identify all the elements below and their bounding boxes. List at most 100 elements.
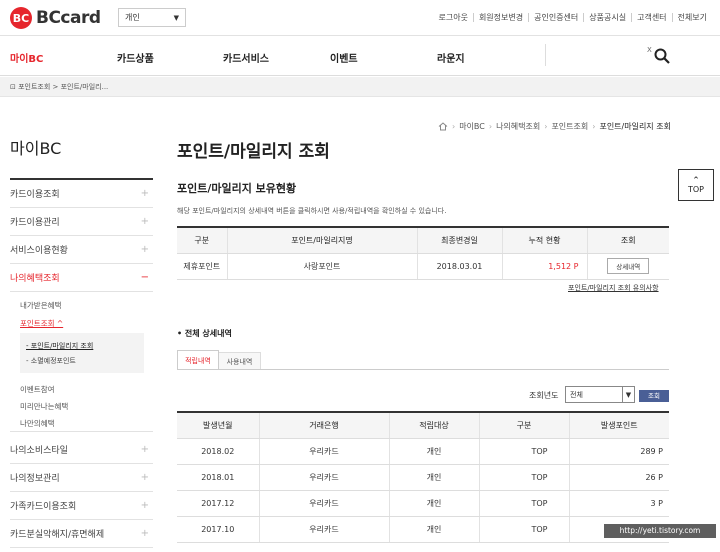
chevron-up-icon: ⌃ <box>692 175 700 186</box>
tab-used[interactable]: 사용내역 <box>219 352 261 370</box>
view-all-link[interactable]: 전체보기 <box>671 13 712 22</box>
details-bank: 우리카드 <box>258 464 389 491</box>
breadcrumb-separator: › <box>452 122 456 131</box>
gnb-mybc[interactable]: 마이BC <box>10 50 43 65</box>
search-icon[interactable] <box>654 48 670 64</box>
plus-icon: + <box>140 216 149 227</box>
page-title: 포인트/마일리지 조회 <box>177 142 330 162</box>
holdings-date: 2018.03.01 <box>416 253 502 280</box>
gnb-events[interactable]: 이벤트 <box>330 50 358 65</box>
logo-mark: BC <box>10 7 32 29</box>
sidebar-item-family-card[interactable]: 가족카드이용조회 + <box>10 492 153 520</box>
holdings-action-cell: 상세내역 <box>586 253 669 280</box>
details-bank: 우리카드 <box>258 438 389 465</box>
watermark: http://yeti.tistory.com <box>604 524 716 538</box>
member-info-link[interactable]: 회원정보변경 <box>472 13 528 22</box>
year-filter-label: 조회년도 <box>529 391 559 400</box>
detail-section-title: • 전체 상세내역 <box>177 329 232 338</box>
holdings-header-name: 포인트/마일리지명 <box>226 226 417 254</box>
table-row: 2017.10 우리카드 개인 TOP <box>177 516 669 543</box>
details-header-kind: 구분 <box>478 411 569 439</box>
table-row: 제휴포인트 사랑포인트 2018.03.01 1,512 P 상세내역 <box>177 253 669 280</box>
tab-earned[interactable]: 적립내역 <box>177 350 219 370</box>
customer-center-link[interactable]: 고객센터 <box>631 13 671 22</box>
user-type-select[interactable]: 개인 ▼ <box>118 8 186 27</box>
details-target: 개인 <box>388 464 479 491</box>
gnb-divider <box>545 44 546 66</box>
sidebar-divider <box>10 431 153 432</box>
details-points: 26 P <box>568 464 669 491</box>
holdings-header-type: 구분 <box>177 226 227 254</box>
plus-icon: + <box>140 444 149 455</box>
holdings-header-inquiry: 조회 <box>586 226 669 254</box>
sidebar-item-label: 서비스이용현황 <box>10 246 68 256</box>
breadcrumb-separator: › <box>488 122 493 131</box>
top-button[interactable]: ⌃ TOP <box>678 169 714 201</box>
plus-icon: + <box>140 472 149 483</box>
logo-text: BCcard <box>36 8 101 28</box>
sidebar-item-service-status[interactable]: 서비스이용현황 + <box>10 236 153 264</box>
sidebar-item-label: 나의소비스타일 <box>10 446 68 456</box>
sub-received-benefits[interactable]: 내가받은혜택 <box>20 300 61 311</box>
breadcrumb-points[interactable]: 포인트조회 <box>551 121 588 132</box>
table-row: 2018.02 우리카드 개인 TOP 289 P <box>177 438 669 465</box>
breadcrumb-bar-text[interactable]: ⊡ 포인트조회 > 포인트/마일리... <box>10 82 108 92</box>
product-disclosure-link[interactable]: 상품공시실 <box>583 13 631 22</box>
notice-link[interactable]: 포인트/마일리지 조회 유의사항 <box>568 283 659 293</box>
sidebar-item-card-management[interactable]: 카드이용관리 + <box>10 208 153 236</box>
user-type-value: 개인 <box>125 13 140 22</box>
details-target: 개인 <box>388 490 479 517</box>
sidebar-item-label: 카드이용조회 <box>10 190 60 200</box>
details-points: 3 P <box>568 490 669 517</box>
plus-icon: + <box>140 528 149 539</box>
sidebar-item-label: 나의정보관리 <box>10 474 60 484</box>
year-select[interactable]: 전체 ▼ <box>565 386 635 403</box>
sub-preview-benefits[interactable]: 미리만나는혜택 <box>20 401 68 412</box>
logout-link[interactable]: 로그아웃 <box>433 13 472 22</box>
sidebar-item-lost-card[interactable]: 카드분실악해지/휴면해제 + <box>10 520 153 548</box>
details-points: 289 P <box>568 438 669 465</box>
sub-submenu-box <box>20 333 144 373</box>
details-kind: TOP <box>478 438 569 465</box>
plus-icon: + <box>140 188 149 199</box>
tab-underline <box>177 369 669 370</box>
search-close-icon[interactable]: X <box>647 46 652 54</box>
sidebar-item-my-benefits[interactable]: 나의혜택조회 − <box>10 264 153 292</box>
details-table: 발생년월 거래은행 적립대상 구분 발생포인트 2018.02 우리카드 개인 … <box>177 411 669 543</box>
sidebar-item-my-info[interactable]: 나의정보관리 + <box>10 464 153 492</box>
sidebar-item-consumption-style[interactable]: 나의소비스타일 + <box>10 436 153 464</box>
gnb-card-products[interactable]: 카드상품 <box>117 50 154 65</box>
bc-logo[interactable]: BC BCcard <box>10 7 101 29</box>
details-target: 개인 <box>388 438 479 465</box>
breadcrumb-benefits[interactable]: 나의혜택조회 <box>496 121 540 132</box>
gnb-card-services[interactable]: 카드서비스 <box>223 50 269 65</box>
table-row: 2017.12 우리카드 개인 TOP 3 P <box>177 490 669 517</box>
sidebar-item-label: 카드분실악해지/휴면해제 <box>10 530 105 540</box>
home-icon[interactable] <box>438 122 448 131</box>
detail-button[interactable]: 상세내역 <box>607 258 650 274</box>
breadcrumb-separator: › <box>592 122 596 131</box>
inquiry-button[interactable]: 조회 <box>639 390 669 402</box>
dropdown-arrow-icon: ▼ <box>173 13 179 22</box>
sidebar-item-label: 가족카드이용조회 <box>10 502 77 512</box>
sub-my-benefits[interactable]: 나만의혜택 <box>20 418 55 429</box>
plus-icon: + <box>140 500 149 511</box>
cert-center-link[interactable]: 공인인증센터 <box>528 13 583 22</box>
sub2-point-mileage[interactable]: - 포인트/마일리지 조회 <box>26 341 93 351</box>
gnb-lounge[interactable]: 라운지 <box>437 50 465 65</box>
details-header-points: 발생포인트 <box>568 411 669 439</box>
holdings-total: 1,512 P <box>501 253 587 280</box>
section-title: 포인트/마일리지 보유현황 <box>177 182 297 195</box>
sidebar-item-card-usage[interactable]: 카드이용조회 + <box>10 180 153 208</box>
section-description: 해당 포인트/마일리지의 상세내역 버튼을 클릭하시면 사용/적립내역을 확인하… <box>177 207 447 215</box>
details-kind: TOP <box>478 516 569 543</box>
sub-point-inquiry[interactable]: 포인트조회 ^ <box>20 318 63 329</box>
details-header-ym: 발생년월 <box>177 411 259 439</box>
sub2-expiring-points[interactable]: - 소멸예정포인트 <box>26 356 76 366</box>
holdings-name: 사랑포인트 <box>226 253 417 280</box>
sub-event-participation[interactable]: 이벤트참여 <box>20 384 55 395</box>
breadcrumb-mybc[interactable]: 마이BC <box>459 121 485 132</box>
details-kind: TOP <box>478 490 569 517</box>
details-ym: 2018.01 <box>177 464 259 491</box>
plus-icon: + <box>140 244 149 255</box>
